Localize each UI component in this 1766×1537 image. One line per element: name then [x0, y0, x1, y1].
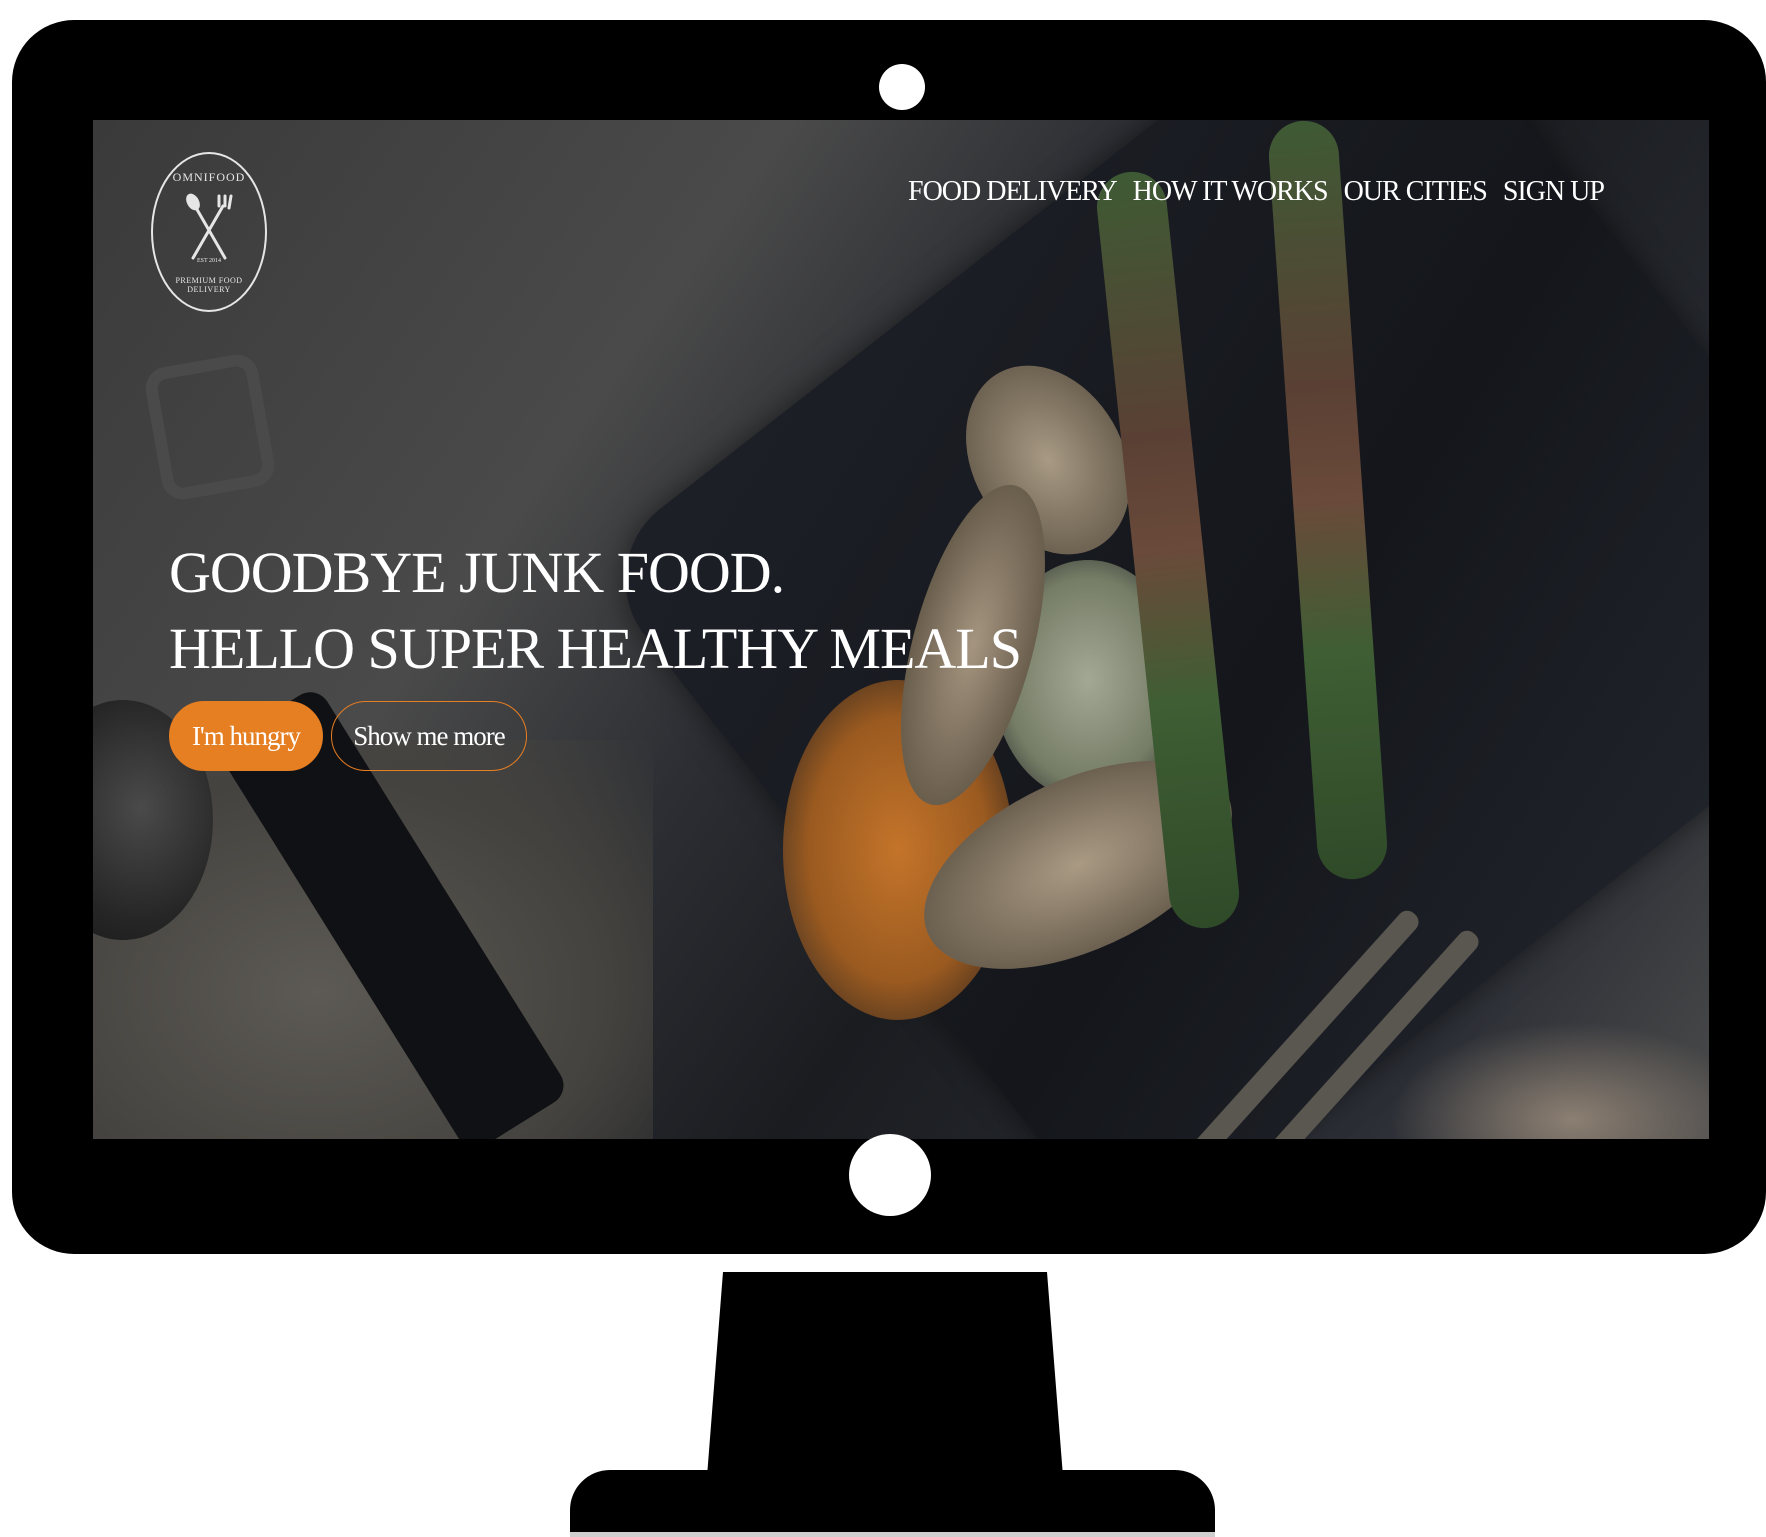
hero-section: GOODBYE JUNK FOOD. HELLO SUPER HEALTHY M…: [169, 535, 1022, 771]
logo-brand: OMNIFOOD: [172, 170, 246, 184]
hero-title-line1: GOODBYE JUNK FOOD.: [169, 540, 785, 605]
monitor-stand-foot: [570, 1470, 1215, 1532]
omnifood-logo[interactable]: OMNIFOOD EST 2014 PREMIUM FOOD DELIVERY: [151, 152, 267, 312]
main-nav: FOOD DELIVERY HOW IT WORKS OUR CITIES SI…: [900, 176, 1612, 208]
nav-link-food-delivery[interactable]: FOOD DELIVERY: [900, 176, 1125, 208]
monitor-logo-button: [849, 1134, 931, 1216]
monitor-frame: OMNIFOOD EST 2014 PREMIUM FOOD DELIVERY …: [12, 20, 1766, 1254]
hero-title-line2: HELLO SUPER HEALTHY MEALS: [169, 616, 1022, 681]
logo-est: EST 2014: [196, 258, 222, 264]
nav-link-how-it-works[interactable]: HOW IT WORKS: [1125, 176, 1336, 208]
show-me-more-button[interactable]: Show me more: [331, 701, 527, 771]
hero-buttons: I'm hungry Show me more: [169, 701, 1021, 771]
nav-link-sign-up[interactable]: SIGN UP: [1495, 176, 1612, 208]
monitor-camera: [879, 64, 925, 110]
im-hungry-button[interactable]: I'm hungry: [169, 701, 323, 771]
website-screen: OMNIFOOD EST 2014 PREMIUM FOOD DELIVERY …: [93, 120, 1709, 1139]
hero-title: GOODBYE JUNK FOOD. HELLO SUPER HEALTHY M…: [169, 535, 1022, 687]
spoon-fork-icon: [186, 193, 233, 260]
background-corkscrew: [142, 351, 278, 503]
monitor-stand-neck: [705, 1272, 1065, 1502]
nav-link-our-cities[interactable]: OUR CITIES: [1336, 176, 1495, 208]
logo-tagline: PREMIUM FOOD DELIVERY: [175, 276, 243, 294]
